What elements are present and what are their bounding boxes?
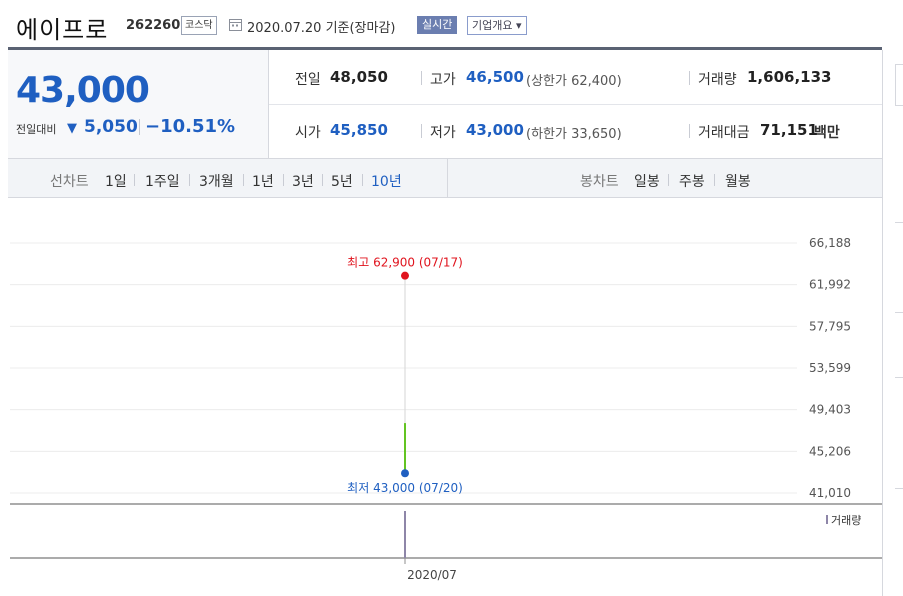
prev-close-value: 48,050	[330, 68, 388, 86]
y-tick-label: 41,010	[809, 486, 851, 500]
candle-weekly[interactable]: 주봉	[679, 171, 705, 191]
range-1d[interactable]: 1일	[105, 171, 127, 191]
y-tick-label: 66,188	[809, 236, 851, 250]
range-10y[interactable]: 10년	[371, 171, 402, 191]
divider	[447, 159, 448, 197]
range-3m[interactable]: 3개월	[199, 171, 234, 191]
max-point	[401, 271, 409, 280]
range-1w[interactable]: 1주일	[145, 171, 180, 191]
divider	[362, 174, 363, 186]
min-point	[401, 469, 409, 478]
range-3y[interactable]: 3년	[292, 171, 314, 191]
divider	[689, 124, 690, 138]
change-value: 5,050	[84, 117, 138, 137]
y-tick-label: 53,599	[809, 361, 851, 375]
y-tick-label: 49,403	[809, 403, 851, 417]
low-label: 저가	[430, 125, 456, 141]
low-value: 43,000	[466, 121, 524, 139]
min-label: 최저 43,000 (07/20)	[347, 481, 463, 495]
range-5y[interactable]: 5년	[331, 171, 353, 191]
change-label: 전일대비	[16, 123, 57, 136]
row-divider	[269, 104, 882, 105]
content-border	[882, 50, 883, 596]
candle-daily[interactable]: 일봉	[634, 171, 660, 191]
current-price: 43,000	[16, 70, 150, 111]
y-tick-label: 61,992	[809, 278, 851, 292]
divider	[421, 71, 422, 85]
prev-close-label: 전일	[295, 72, 321, 88]
side-panel-rule	[895, 222, 903, 223]
realtime-button[interactable]: 실시간	[417, 16, 458, 34]
divider	[134, 174, 135, 186]
market-badge: 코스닥	[181, 16, 217, 35]
y-tick-label: 57,795	[809, 319, 851, 333]
line-chart-label: 선차트	[50, 174, 89, 190]
divider	[139, 119, 140, 135]
lower-limit: (하한가 33,650)	[526, 127, 622, 142]
divider	[421, 124, 422, 138]
y-tick-label: 45,206	[809, 444, 851, 458]
side-panel-rule	[895, 488, 903, 489]
divider	[714, 174, 715, 186]
high-label: 고가	[430, 72, 456, 88]
amount-unit: 백만	[814, 125, 840, 141]
volume-legend: 거래량	[831, 514, 861, 527]
candle-monthly[interactable]: 월봉	[725, 171, 751, 191]
range-1y[interactable]: 1년	[252, 171, 274, 191]
change-percent: −10.51%	[145, 116, 236, 137]
open-value: 45,850	[330, 121, 388, 139]
side-panel-rule	[895, 312, 903, 313]
x-tick-label: 2020/07	[407, 568, 457, 582]
max-label: 최고 62,900 (07/17)	[347, 256, 463, 270]
date-basis: 2020.07.20 기준(장마감)	[247, 21, 396, 36]
divider	[668, 174, 669, 186]
divider	[283, 174, 284, 186]
amount-value: 71,151	[760, 121, 818, 139]
side-panel-edge	[895, 64, 903, 106]
amount-label: 거래대금	[698, 125, 750, 141]
volume-label: 거래량	[698, 72, 737, 88]
stock-name: 에이프로	[16, 16, 109, 44]
divider	[189, 174, 190, 186]
calendar-icon	[229, 19, 242, 31]
price-chart: 66,188 61,992 57,795 53,599 49,403 45,206 41,0…	[10, 236, 882, 582]
down-arrow-icon: ▼	[67, 121, 77, 136]
candle-chart-label: 봉차트	[580, 174, 619, 190]
volume-legend-swatch	[826, 515, 828, 524]
divider	[689, 71, 690, 85]
volume-bar	[404, 511, 406, 558]
divider	[243, 174, 244, 186]
upper-limit: (상한가 62,400)	[526, 74, 622, 89]
company-info-button[interactable]: 기업개요 ▾	[467, 16, 527, 35]
divider	[322, 174, 323, 186]
side-panel-rule	[895, 377, 903, 378]
open-label: 시가	[295, 125, 321, 141]
high-value: 46,500	[466, 68, 524, 86]
stock-code: 262260	[126, 18, 181, 33]
volume-value: 1,606,133	[747, 68, 832, 86]
